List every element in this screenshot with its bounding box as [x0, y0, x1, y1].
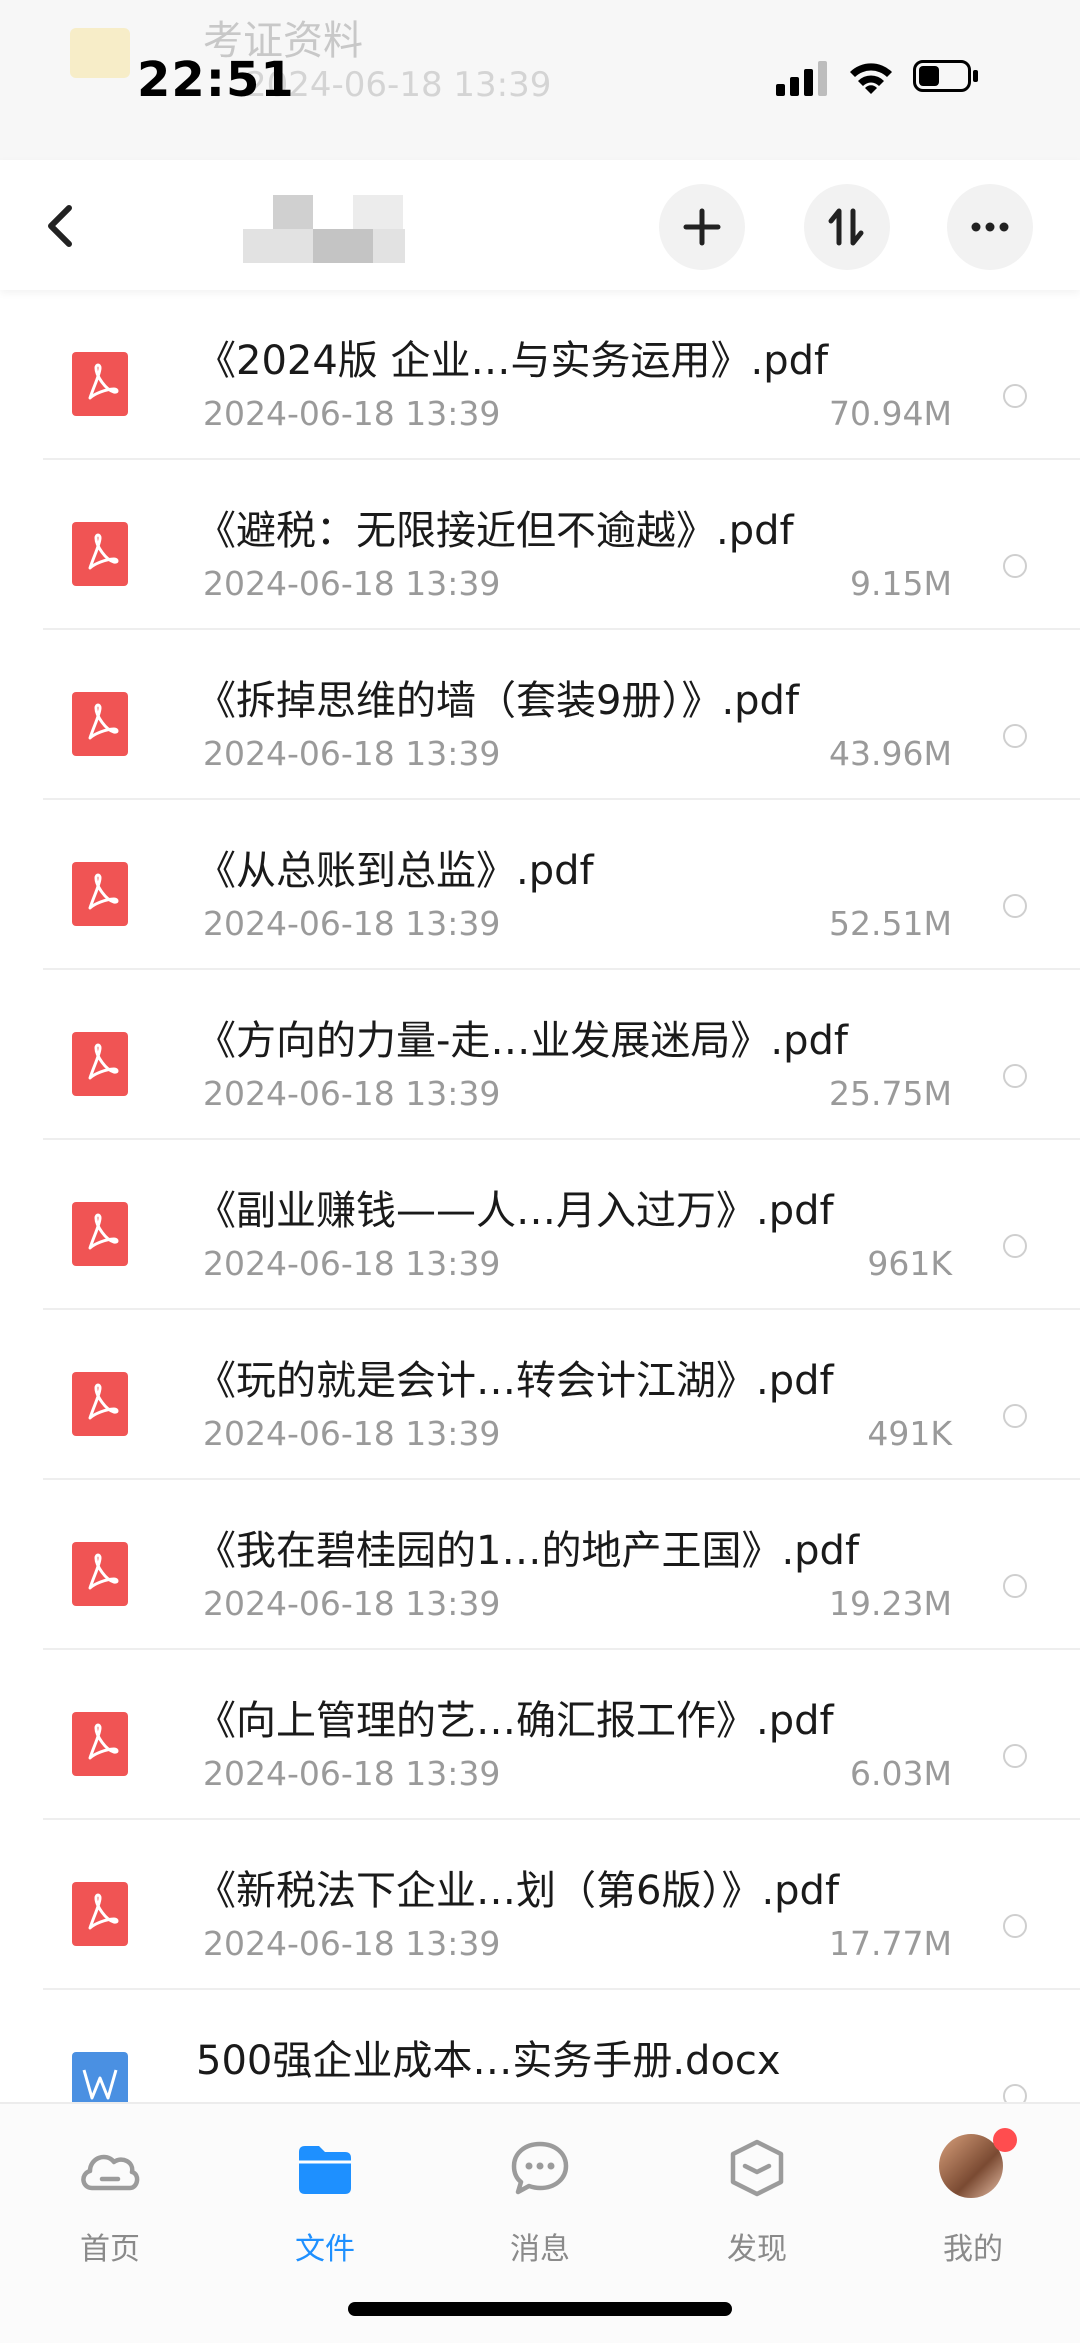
folder-title-redacted	[243, 195, 405, 267]
pdf-file-icon	[72, 862, 128, 926]
pdf-file-icon	[72, 1202, 128, 1266]
file-name: 《避税：无限接近但不逾越》.pdf	[196, 508, 794, 554]
sort-icon	[828, 208, 864, 246]
file-date: 2024-06-18 13:39	[203, 1244, 501, 1283]
nav-files-label: 文件	[295, 2232, 355, 2267]
file-name: 500强企业成本…实务手册.docx	[196, 2038, 781, 2084]
more-button[interactable]	[947, 184, 1033, 270]
pdf-file-icon	[72, 352, 128, 416]
file-name: 《玩的就是会计…转会计江湖》.pdf	[196, 1358, 834, 1404]
nav-home[interactable]: 首页	[40, 2126, 180, 2267]
nav-discover[interactable]: 发现	[687, 2126, 827, 2267]
notification-badge	[993, 2128, 1017, 2152]
nav-home-label: 首页	[80, 2232, 140, 2267]
select-checkbox[interactable]	[1003, 1744, 1027, 1768]
file-date: 2024-06-18 13:39	[203, 1074, 501, 1113]
select-checkbox[interactable]	[1003, 724, 1027, 748]
file-size: 9.15M	[850, 564, 952, 603]
file-size: 25.75M	[829, 1074, 952, 1113]
file-size: 491K	[867, 1414, 952, 1453]
pdf-file-icon	[72, 1712, 128, 1776]
file-name: 《副业赚钱——人…月入过万》.pdf	[196, 1188, 834, 1234]
file-date: 2024-06-18 13:39	[203, 1754, 501, 1793]
cellular-signal-icon	[776, 60, 830, 96]
pdf-file-icon	[72, 1032, 128, 1096]
file-date: 2024-06-18 13:39	[203, 394, 501, 433]
add-button[interactable]	[659, 184, 745, 270]
back-button[interactable]	[35, 196, 85, 256]
file-row[interactable]: 《拆掉思维的墙（套装9册）》.pdf 2024-06-18 13:39 43.9…	[0, 630, 1080, 800]
file-size: 52.51M	[829, 904, 952, 943]
file-size: 70.94M	[829, 394, 952, 433]
pdf-file-icon	[72, 522, 128, 586]
home-indicator	[348, 2302, 732, 2316]
pdf-file-icon	[72, 1372, 128, 1436]
pdf-file-icon	[72, 692, 128, 756]
pdf-file-icon	[72, 1542, 128, 1606]
file-name: 《我在碧桂园的1…的地产王国》.pdf	[196, 1528, 860, 1574]
chevron-left-icon	[48, 205, 72, 247]
status-time: 22:51	[137, 52, 295, 108]
file-row[interactable]: 《副业赚钱——人…月入过万》.pdf 2024-06-18 13:39 961K	[0, 1140, 1080, 1310]
file-row[interactable]: 《我在碧桂园的1…的地产王国》.pdf 2024-06-18 13:39 19.…	[0, 1480, 1080, 1650]
file-size: 6.03M	[850, 1754, 952, 1793]
file-row[interactable]: 《向上管理的艺…确汇报工作》.pdf 2024-06-18 13:39 6.03…	[0, 1650, 1080, 1820]
folder-icon	[299, 2146, 351, 2194]
file-name: 《向上管理的艺…确汇报工作》.pdf	[196, 1698, 834, 1744]
select-checkbox[interactable]	[1003, 1064, 1027, 1088]
cloud-icon	[81, 2154, 140, 2191]
chat-bubble-icon	[511, 2141, 569, 2195]
file-name: 《从总账到总监》.pdf	[196, 848, 594, 894]
battery-icon	[913, 60, 983, 96]
nav-profile[interactable]: 我的	[903, 2126, 1043, 2267]
select-checkbox[interactable]	[1003, 1404, 1027, 1428]
select-checkbox[interactable]	[1003, 1574, 1027, 1598]
nav-profile-label: 我的	[943, 2232, 1003, 2267]
wifi-icon	[850, 63, 892, 94]
select-checkbox[interactable]	[1003, 384, 1027, 408]
file-size: 19.23M	[829, 1584, 952, 1623]
file-list: 《2024版 企业…与实务运用》.pdf 2024-06-18 13:39 70…	[0, 290, 1080, 2160]
file-row[interactable]: 《方向的力量-走…业发展迷局》.pdf 2024-06-18 13:39 25.…	[0, 970, 1080, 1140]
more-icon	[971, 222, 1009, 232]
file-name: 《新税法下企业…划（第6版）》.pdf	[196, 1868, 840, 1914]
file-row[interactable]: 《从总账到总监》.pdf 2024-06-18 13:39 52.51M	[0, 800, 1080, 970]
select-checkbox[interactable]	[1003, 894, 1027, 918]
file-row[interactable]: 《玩的就是会计…转会计江湖》.pdf 2024-06-18 13:39 491K	[0, 1310, 1080, 1480]
nav-discover-label: 发现	[727, 2232, 787, 2267]
discover-icon	[730, 2139, 784, 2197]
file-size: 17.77M	[829, 1924, 952, 1963]
file-size: 43.96M	[829, 734, 952, 773]
sort-button[interactable]	[804, 184, 890, 270]
status-bar: 22:51	[0, 0, 1080, 160]
file-row[interactable]: 《避税：无限接近但不逾越》.pdf 2024-06-18 13:39 9.15M	[0, 460, 1080, 630]
file-size: 961K	[867, 1244, 952, 1283]
select-checkbox[interactable]	[1003, 1914, 1027, 1938]
file-date: 2024-06-18 13:39	[203, 1414, 501, 1453]
pdf-file-icon	[72, 1882, 128, 1946]
file-date: 2024-06-18 13:39	[203, 734, 501, 773]
nav-messages[interactable]: 消息	[470, 2126, 610, 2267]
file-name: 《拆掉思维的墙（套装9册）》.pdf	[196, 678, 800, 724]
plus-icon	[683, 208, 721, 246]
header	[0, 160, 1080, 290]
file-date: 2024-06-18 13:39	[203, 564, 501, 603]
select-checkbox[interactable]	[1003, 554, 1027, 578]
select-checkbox[interactable]	[1003, 1234, 1027, 1258]
nav-messages-label: 消息	[510, 2232, 570, 2267]
file-name: 《方向的力量-走…业发展迷局》.pdf	[196, 1018, 849, 1064]
file-date: 2024-06-18 13:39	[203, 1924, 501, 1963]
file-date: 2024-06-18 13:39	[203, 1584, 501, 1623]
nav-files[interactable]: 文件	[255, 2126, 395, 2267]
file-date: 2024-06-18 13:39	[203, 904, 501, 943]
file-name: 《2024版 企业…与实务运用》.pdf	[196, 338, 829, 384]
file-row[interactable]: 《新税法下企业…划（第6版）》.pdf 2024-06-18 13:39 17.…	[0, 1820, 1080, 1990]
file-row[interactable]: 《2024版 企业…与实务运用》.pdf 2024-06-18 13:39 70…	[0, 290, 1080, 460]
